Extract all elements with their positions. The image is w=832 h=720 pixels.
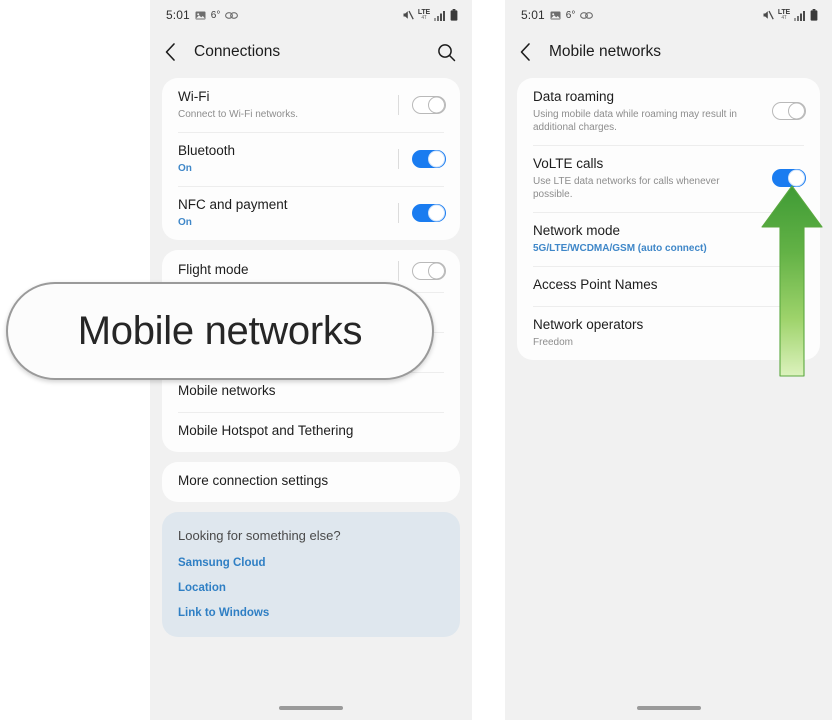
battery-icon: [810, 9, 818, 21]
green-arrow-annotation: [761, 185, 823, 377]
search-icon[interactable]: [437, 43, 456, 62]
list-item-title: Flight mode: [178, 262, 249, 278]
help-card-title: Looking for something else?: [178, 527, 341, 543]
toggle-divider: [398, 148, 399, 169]
status-time: 5:01: [521, 8, 545, 22]
link-icon: [580, 11, 594, 20]
status-bar-left: 5:01 6° LTE 4T: [150, 0, 472, 30]
status-temperature: 6°: [565, 9, 576, 21]
page-title: Mobile networks: [549, 43, 661, 60]
lte-icon: LTE 4T: [417, 8, 430, 22]
toggle-divider: [398, 202, 399, 223]
gesture-home-bar[interactable]: [636, 706, 701, 710]
battery-icon: [450, 9, 458, 21]
toggle-container: [386, 94, 446, 115]
toggle-container: [386, 148, 446, 169]
status-bar-left-group: 5:01 6°: [521, 8, 594, 22]
status-bar-right-group: LTE 4T: [402, 9, 458, 22]
list-item-title: Wi-Fi: [178, 89, 210, 104]
list-item-subtitle: Using mobile data while roaming may resu…: [533, 108, 737, 133]
status-bar-right-group: LTE 4T: [762, 9, 818, 22]
mute-icon: [402, 9, 414, 21]
list-item-title: More connection settings: [178, 473, 329, 489]
image-icon: [550, 10, 561, 21]
list-item-subtitle: Use LTE data networks for calls whenever…: [533, 175, 720, 200]
list-item-title: NFC and payment: [178, 196, 288, 212]
toggle-knob: [428, 262, 445, 280]
help-link-location[interactable]: Location: [178, 582, 444, 594]
list-item-data-roaming[interactable]: Data roaming Using mobile data while roa…: [517, 78, 820, 145]
mute-icon: [762, 9, 774, 21]
toggle-knob: [428, 150, 445, 168]
back-button[interactable]: [164, 42, 190, 62]
signal-icon: [434, 10, 446, 21]
image-icon: [195, 10, 206, 21]
page-title: Connections: [194, 43, 281, 60]
screenshot-root: 5:01 6° LTE 4T Connections Wi-Fi Connect…: [0, 0, 832, 720]
status-bar-left-group: 5:01 6°: [166, 8, 239, 22]
bluetooth-toggle[interactable]: [412, 149, 446, 168]
help-link-link-to-windows[interactable]: Link to Windows: [178, 607, 444, 619]
magnifier-callout-bubble: Mobile networks: [6, 282, 434, 380]
status-time: 5:01: [166, 8, 190, 22]
list-item-mobile-hotspot-and-tethering[interactable]: Mobile Hotspot and Tethering: [162, 411, 460, 452]
settings-card-connectivity: Wi-Fi Connect to Wi-Fi networks. Bluetoo…: [162, 78, 460, 240]
help-card: Looking for something else? Samsung Clou…: [162, 511, 460, 637]
wifi-toggle[interactable]: [412, 95, 446, 114]
app-bar-left: Connections: [150, 30, 472, 74]
help-link-samsung-cloud[interactable]: Samsung Cloud: [178, 557, 444, 569]
list-item-title: Bluetooth: [178, 142, 236, 158]
list-item-title: Mobile networks: [178, 383, 276, 399]
flight-mode-toggle[interactable]: [412, 261, 446, 280]
toggle-knob: [428, 204, 445, 222]
toggle-container: [386, 202, 446, 223]
signal-icon: [794, 10, 806, 21]
callout-text: Mobile networks: [77, 308, 363, 353]
list-item-subtitle: On: [178, 216, 192, 228]
settings-card-more: More connection settings: [162, 461, 460, 502]
link-icon: [225, 11, 239, 20]
toggle-knob: [428, 96, 445, 114]
list-item-bluetooth[interactable]: Bluetooth On: [162, 131, 460, 186]
list-item-more-connection-settings[interactable]: More connection settings: [162, 462, 460, 502]
toggle-divider: [398, 260, 399, 281]
app-bar-right: Mobile networks: [505, 30, 832, 74]
nfc-toggle[interactable]: [412, 203, 446, 222]
toggle-container: [760, 102, 806, 121]
data-roaming-toggle[interactable]: [772, 102, 806, 121]
list-item-title: Mobile Hotspot and Tethering: [178, 423, 354, 439]
list-item-title: Data roaming: [533, 89, 615, 104]
list-item-title: VoLTE calls: [533, 155, 604, 171]
toggle-divider: [398, 94, 399, 115]
back-button[interactable]: [519, 42, 545, 62]
list-item-nfc-and-payment[interactable]: NFC and payment On: [162, 185, 460, 240]
lte-icon: LTE 4T: [777, 8, 790, 22]
gesture-home-bar[interactable]: [279, 706, 343, 710]
status-temperature: 6°: [210, 9, 221, 21]
list-item-subtitle: Connect to Wi-Fi networks.: [178, 108, 299, 120]
toggle-container: [386, 260, 446, 281]
list-item-subtitle: On: [178, 162, 192, 174]
list-item-wifi[interactable]: Wi-Fi Connect to Wi-Fi networks.: [162, 78, 460, 132]
toggle-knob: [788, 102, 805, 120]
status-bar-right: 5:01 6° LTE 4T: [505, 0, 832, 30]
